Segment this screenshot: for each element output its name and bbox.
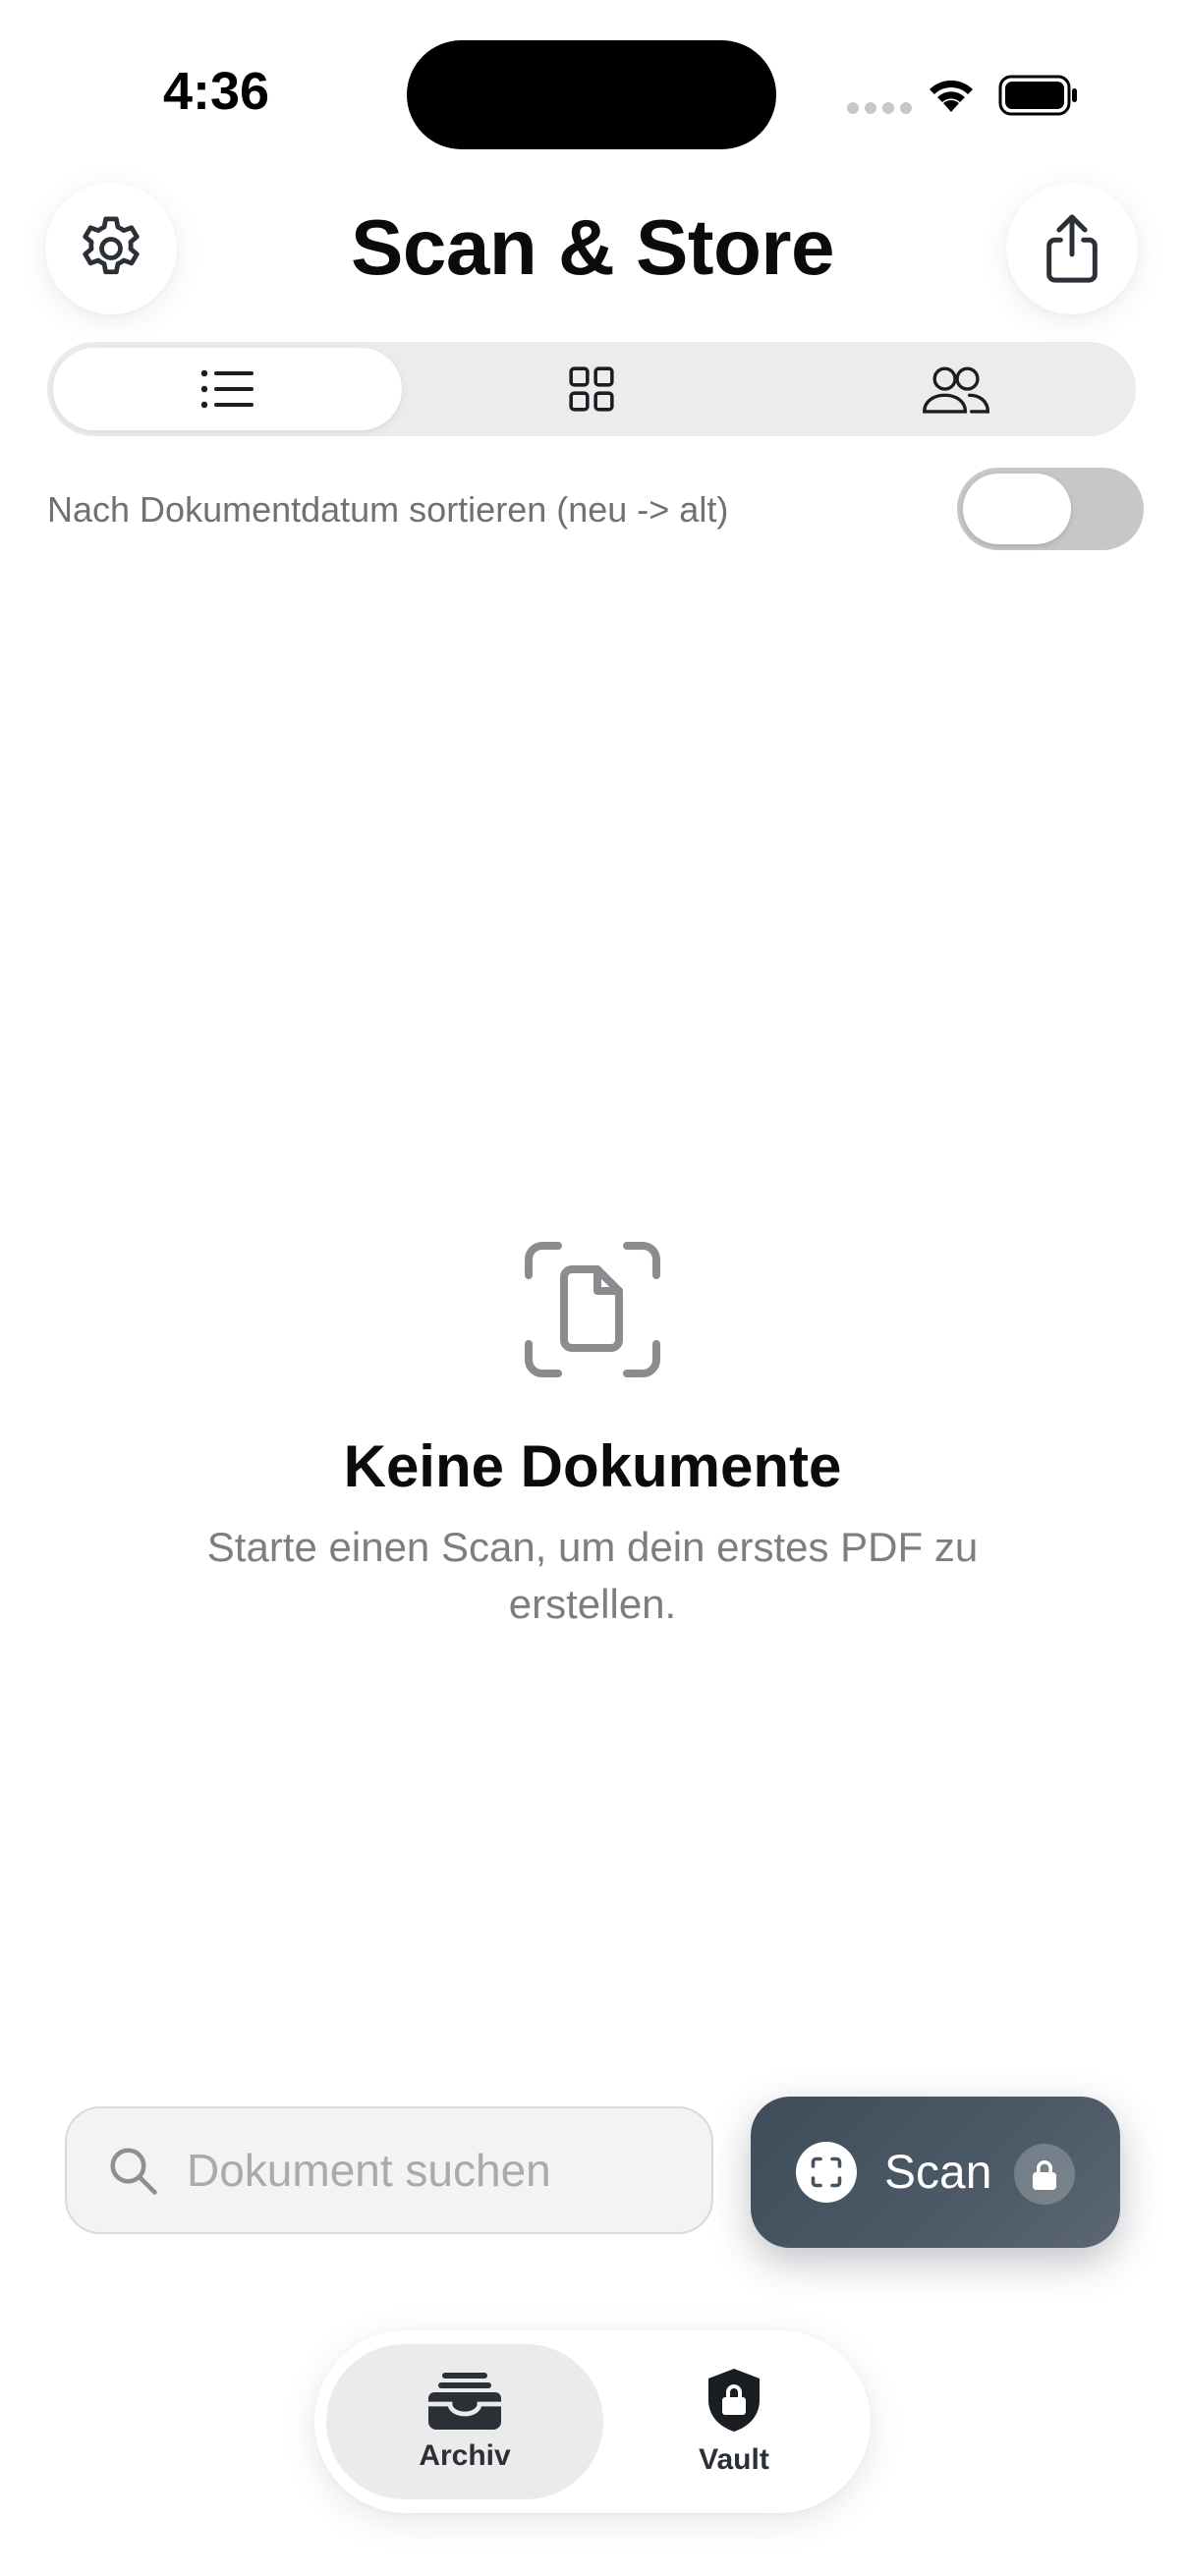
- grid-icon: [568, 366, 614, 412]
- people-icon: [922, 366, 989, 414]
- battery-icon: [998, 75, 1077, 116]
- tab-vault-label: Vault: [699, 2443, 769, 2476]
- cellular-signal-icon: [847, 102, 912, 114]
- search-bar[interactable]: [65, 2106, 713, 2234]
- dynamic-island: [407, 40, 776, 149]
- tab-archiv[interactable]: Archiv: [326, 2344, 603, 2499]
- shared-view-tab[interactable]: [780, 348, 1129, 430]
- status-time: 4:36: [163, 62, 270, 121]
- empty-state-text: Starte einen Scan, um dein erstes PDF zu…: [206, 1524, 979, 1627]
- tab-bar: Archiv Vault: [314, 2330, 871, 2513]
- sort-toggle[interactable]: [957, 468, 1144, 550]
- tray-icon: [428, 2373, 501, 2430]
- shield-lock-icon: [708, 2369, 760, 2432]
- list-icon: [200, 369, 254, 409]
- search-icon: [106, 2144, 159, 2197]
- document-scan-icon: [525, 1242, 660, 1377]
- view-switcher: [47, 342, 1136, 436]
- scan-frame-icon: [796, 2142, 857, 2203]
- scan-button-label: Scan: [884, 2147, 992, 2199]
- lock-icon: [1014, 2144, 1075, 2205]
- search-input[interactable]: [187, 2144, 698, 2197]
- tab-vault[interactable]: Vault: [609, 2344, 859, 2499]
- toggle-knob: [963, 474, 1071, 544]
- sort-label: Nach Dokumentdatum sortieren (neu -> alt…: [47, 489, 729, 530]
- share-button[interactable]: [1006, 183, 1138, 314]
- app-screen: 4:36 Scan & Store Nach Dokumentdatum sor…: [0, 0, 1185, 2576]
- empty-state-title: Keine Dokumente: [343, 1433, 842, 1499]
- grid-view-tab[interactable]: [417, 348, 765, 430]
- scan-button[interactable]: Scan: [751, 2097, 1120, 2248]
- wifi-icon: [930, 80, 973, 112]
- tab-archiv-label: Archiv: [419, 2439, 511, 2472]
- share-icon: [1046, 214, 1098, 283]
- list-view-tab[interactable]: [53, 348, 402, 430]
